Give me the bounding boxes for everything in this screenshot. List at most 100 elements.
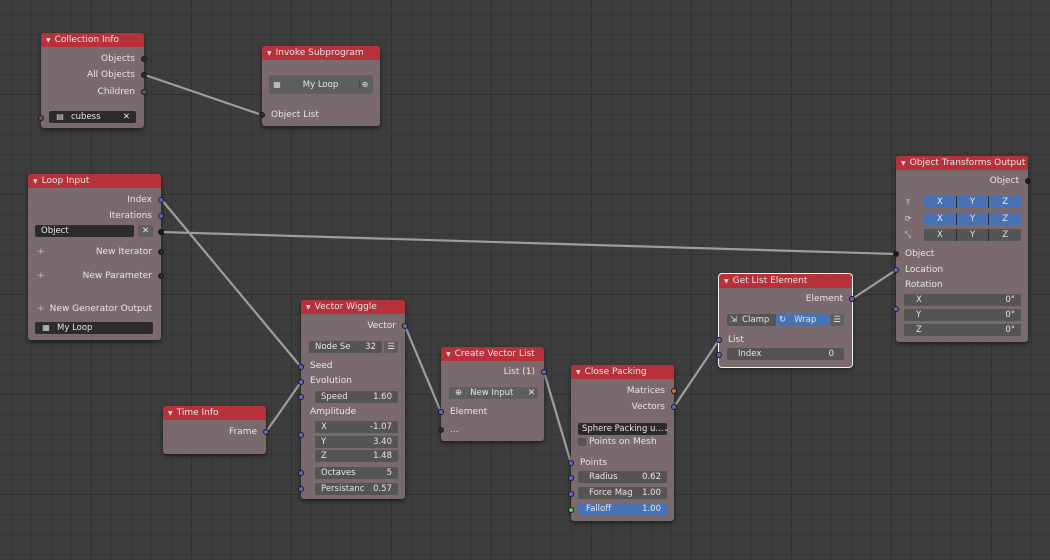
new-input-button[interactable]: ⊕ New Input (449, 387, 525, 399)
invoke-subprogram-header[interactable]: ▼ Invoke Subprogram (262, 46, 380, 60)
remove-input-button[interactable]: ✕ (525, 387, 538, 399)
wrap-toggle[interactable]: ↻ Wrap (776, 314, 829, 326)
clamp-toggle[interactable]: ⇲ Clamp (727, 314, 776, 326)
index-field[interactable]: Index 0 (727, 348, 844, 360)
socket-list-out[interactable] (541, 369, 547, 375)
socket-new-iterator[interactable] (158, 249, 164, 255)
vector-wiggle-header[interactable]: ▼ Vector Wiggle (301, 300, 405, 314)
socket-objects[interactable] (141, 56, 147, 62)
socket-object[interactable] (158, 229, 164, 235)
collapse-icon[interactable]: ▼ (46, 37, 51, 44)
socket-index-in[interactable] (716, 352, 722, 358)
socket-amplitude[interactable] (298, 432, 304, 438)
collapse-icon[interactable]: ▼ (306, 304, 311, 311)
socket-object-in[interactable] (893, 251, 899, 257)
socket-persistance[interactable] (298, 486, 304, 492)
collapse-icon[interactable]: ▼ (446, 351, 451, 358)
collapse-icon[interactable]: ▼ (267, 50, 272, 57)
subprogram-selector[interactable]: ▦ My Loop ⊕ (269, 75, 373, 94)
socket-vector-out[interactable] (402, 323, 408, 329)
socket-object-out[interactable] (1025, 178, 1031, 184)
collapse-icon[interactable]: ▼ (901, 160, 906, 167)
axis-y-toggle[interactable]: Y (956, 229, 990, 241)
amplitude-y-field[interactable]: Y 3.40 (315, 436, 398, 448)
remove-parameter-button[interactable]: ✕ (138, 225, 153, 237)
amplitude-x-field[interactable]: X -1.07 (315, 421, 398, 433)
points-on-mesh-checkbox-row[interactable]: Points on Mesh (578, 437, 657, 447)
close-packing-header[interactable]: ▼ Close Packing (571, 365, 674, 379)
new-parameter-row[interactable]: + New Parameter (28, 269, 161, 283)
collection-info-header[interactable]: ▼ Collection Info (41, 33, 144, 47)
axis-z-toggle[interactable]: Z (989, 196, 1022, 208)
socket-frame[interactable] (263, 429, 269, 435)
rotation-x-field[interactable]: X 0° (904, 294, 1021, 306)
persistance-field[interactable]: Persistanc 0.57 (315, 483, 398, 495)
axis-z-toggle[interactable]: Z (989, 229, 1022, 241)
object-transforms-output-header[interactable]: ▼ Object Transforms Output (896, 156, 1028, 170)
socket-element[interactable] (438, 409, 444, 415)
socket-vectors[interactable] (671, 404, 677, 410)
socket-all-objects[interactable] (141, 72, 147, 78)
object-transforms-output-node[interactable]: ▼ Object Transforms Output Object ⤒ X Y … (893, 156, 1031, 342)
get-list-element-header[interactable]: ▼ Get List Element (719, 274, 852, 288)
location-axes[interactable]: X Y Z (924, 196, 1022, 208)
new-generator-output-row[interactable]: + New Generator Output (28, 302, 161, 316)
falloff-field[interactable]: Falloff 1.00 (578, 503, 667, 515)
collapse-icon[interactable]: ▼ (724, 278, 729, 285)
close-packing-node[interactable]: ▼ Close Packing Matrices Vectors Sphere … (568, 365, 677, 521)
collection-info-node[interactable]: ▼ Collection Info Objects All Objects Ch… (38, 33, 147, 128)
collection-field[interactable]: ▤ cubess ✕ (49, 111, 136, 123)
object-parameter-field[interactable]: Object (35, 225, 134, 237)
packing-mode-dropdown[interactable]: Sphere Packing u... ⌄ (578, 423, 669, 435)
force-magnitude-field[interactable]: Force Mag 1.00 (578, 487, 667, 499)
collapse-icon[interactable]: ▼ (33, 178, 38, 185)
socket-seed[interactable] (298, 364, 304, 370)
loop-input-node[interactable]: ▼ Loop Input Index Iterations Object ✕ +… (28, 174, 164, 340)
collapse-icon[interactable]: ▼ (168, 410, 173, 417)
rotation-z-field[interactable]: Z 0° (904, 324, 1021, 336)
node-settings-menu-button[interactable]: ☰ (384, 341, 398, 353)
new-iterator-row[interactable]: + New Iterator (28, 245, 161, 259)
radius-field[interactable]: Radius 0.62 (578, 471, 667, 483)
rotation-axes[interactable]: X Y Z (924, 213, 1022, 225)
time-info-header[interactable]: ▼ Time Info (163, 406, 266, 420)
socket-object-list[interactable] (259, 112, 265, 118)
socket-collection-input[interactable] (38, 115, 44, 121)
time-info-node[interactable]: ▼ Time Info Frame (163, 406, 269, 454)
socket-octaves[interactable] (298, 470, 304, 476)
socket-children[interactable] (141, 89, 147, 95)
socket-more[interactable] (438, 427, 444, 433)
socket-rotation[interactable] (893, 306, 899, 312)
rotation-y-field[interactable]: Y 0° (904, 309, 1021, 321)
axis-y-toggle[interactable]: Y (956, 196, 990, 208)
axis-x-toggle[interactable]: X (924, 196, 957, 208)
socket-list-in[interactable] (716, 337, 722, 343)
axis-x-toggle[interactable]: X (924, 213, 957, 225)
socket-iterations[interactable] (158, 213, 164, 219)
axis-y-toggle[interactable]: Y (956, 213, 990, 225)
octaves-field[interactable]: Octaves 5 (315, 467, 398, 479)
create-vector-list-header[interactable]: ▼ Create Vector List (441, 347, 544, 361)
invoke-subprogram-node[interactable]: ▼ Invoke Subprogram ▦ My Loop ⊕ Object L… (259, 46, 380, 126)
socket-points[interactable] (568, 460, 574, 466)
list-options-button[interactable]: ☰ (830, 314, 844, 326)
socket-evolution[interactable] (298, 379, 304, 385)
socket-radius[interactable] (568, 475, 574, 481)
axis-x-toggle[interactable]: X (924, 229, 957, 241)
new-subprogram-icon[interactable]: ⊕ (358, 80, 370, 89)
scale-axes[interactable]: X Y Z (924, 229, 1022, 241)
socket-location[interactable] (893, 267, 899, 273)
loop-input-header[interactable]: ▼ Loop Input (28, 174, 161, 188)
vector-wiggle-node[interactable]: ▼ Vector Wiggle Vector Node Se 32 ☰ Seed… (298, 300, 408, 499)
socket-matrices[interactable] (671, 388, 677, 394)
loop-name-field[interactable]: ▦ My Loop (35, 322, 153, 334)
amplitude-z-field[interactable]: Z 1.48 (315, 450, 398, 462)
speed-field[interactable]: Speed 1.60 (315, 391, 398, 403)
collapse-icon[interactable]: ▼ (576, 369, 581, 376)
create-vector-list-node[interactable]: ▼ Create Vector List List (1) ⊕ New Inpu… (438, 347, 547, 441)
node-setting-field[interactable]: Node Se 32 (309, 341, 382, 353)
clear-icon[interactable]: ✕ (123, 112, 130, 122)
socket-index[interactable] (158, 197, 164, 203)
socket-falloff[interactable] (568, 507, 574, 513)
axis-z-toggle[interactable]: Z (989, 213, 1022, 225)
